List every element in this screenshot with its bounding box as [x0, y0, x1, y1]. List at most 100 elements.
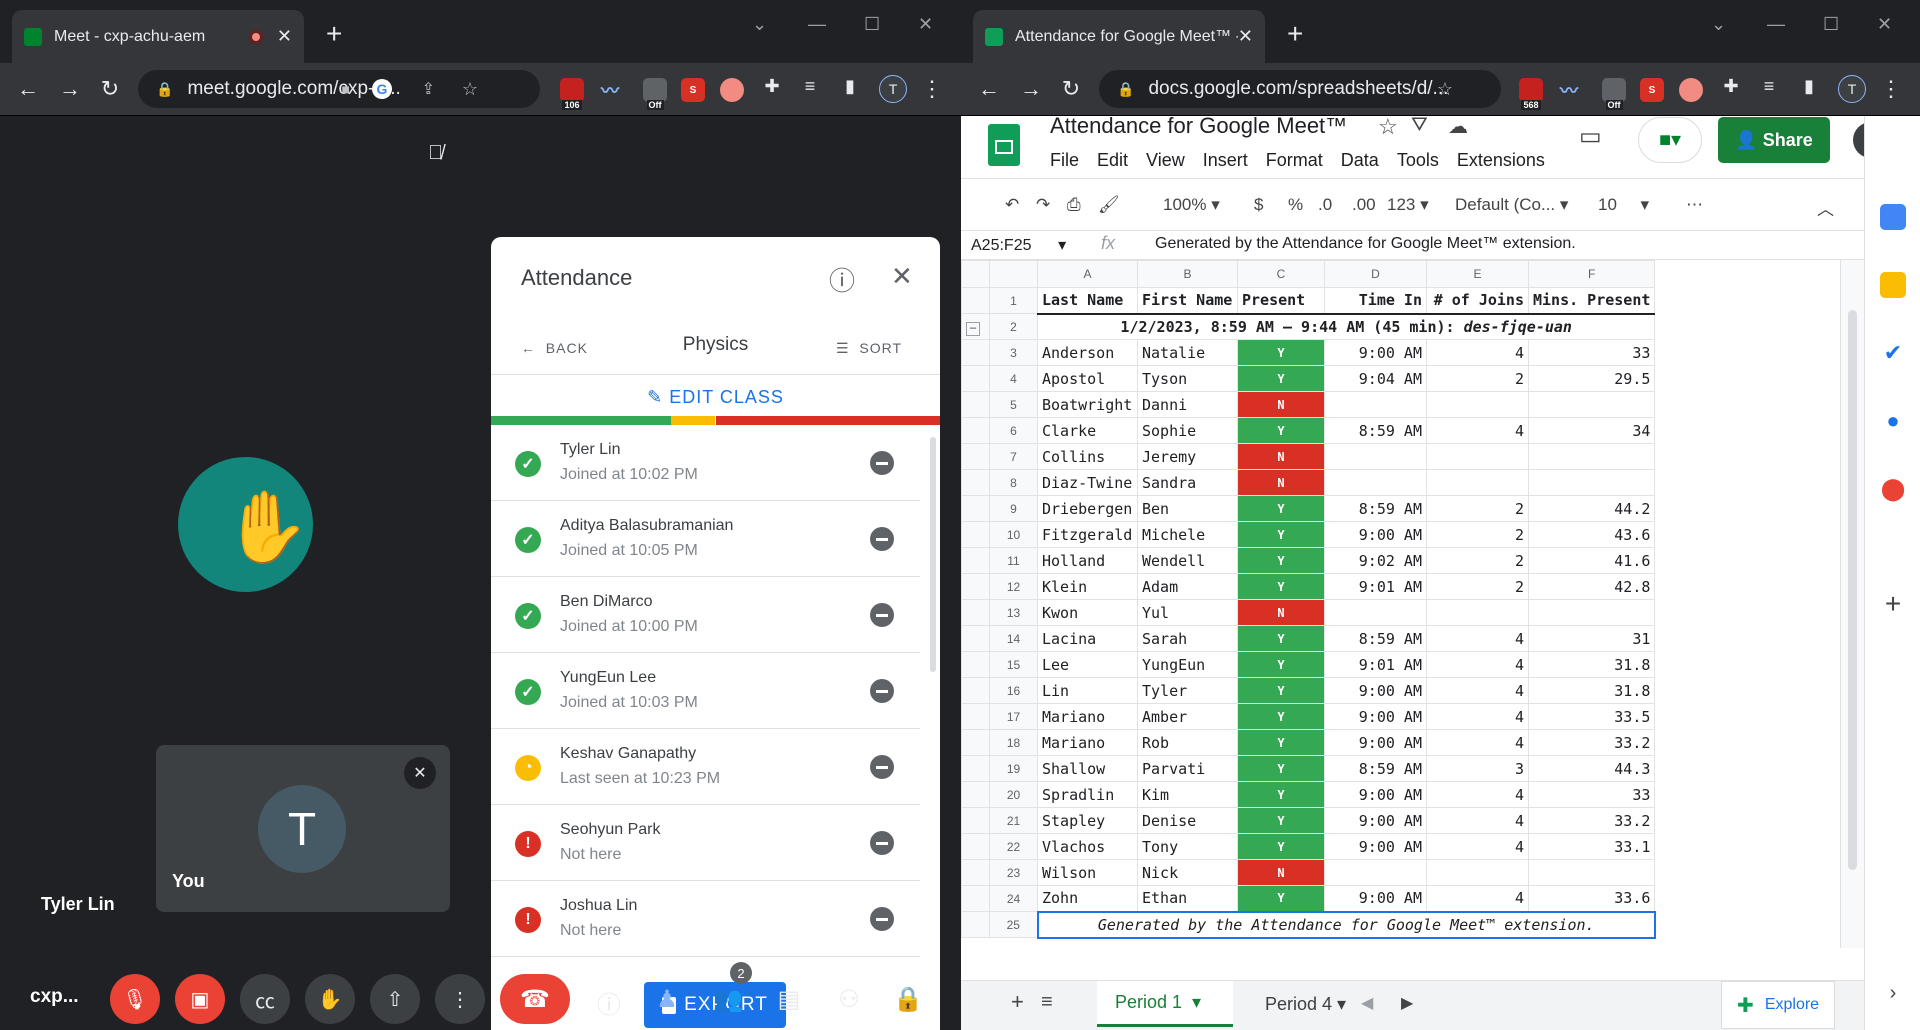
share-icon[interactable]: ⇪: [422, 79, 435, 99]
row-number[interactable]: 16: [989, 677, 1038, 704]
paint-format-icon[interactable]: 🖌: [1098, 195, 1120, 215]
scroll-tabs-left-icon[interactable]: ◀: [1361, 993, 1373, 1013]
cell[interactable]: 2: [1426, 365, 1529, 392]
minimize-button[interactable]: —: [1767, 14, 1785, 35]
cell[interactable]: 44.2: [1527, 495, 1656, 522]
cell[interactable]: 41.6: [1527, 547, 1656, 574]
cell[interactable]: Y: [1237, 339, 1325, 366]
back-arrow-icon[interactable]: ←: [975, 76, 1003, 102]
cell[interactable]: 4: [1426, 807, 1529, 834]
menu-item-tools[interactable]: Tools: [1397, 150, 1439, 171]
close-tab-icon[interactable]: ✕: [277, 26, 292, 47]
cell[interactable]: Y: [1237, 365, 1325, 392]
row-number[interactable]: 20: [989, 781, 1038, 808]
cloud-saved-icon[interactable]: ☁: [1448, 114, 1468, 139]
cell[interactable]: 4: [1426, 625, 1529, 652]
row-number[interactable]: 4: [989, 365, 1038, 392]
cell[interactable]: 4: [1426, 833, 1529, 860]
cell[interactable]: 8:59 AM: [1324, 625, 1427, 652]
profile-avatar[interactable]: T: [1838, 75, 1866, 103]
cell[interactable]: 4: [1426, 885, 1529, 912]
cell[interactable]: Natalie: [1137, 339, 1238, 366]
currency-format-button[interactable]: $: [1254, 195, 1263, 215]
cell[interactable]: 33: [1527, 781, 1656, 808]
cell[interactable]: [1527, 859, 1656, 886]
cell[interactable]: 4: [1426, 729, 1529, 756]
cell[interactable]: [1426, 599, 1529, 626]
header-cell[interactable]: # of Joins: [1426, 287, 1529, 315]
cell[interactable]: Clarke: [1037, 417, 1138, 444]
kebab-menu-icon[interactable]: ⋮: [918, 76, 946, 102]
cell[interactable]: Klein: [1037, 573, 1138, 600]
cell[interactable]: 4: [1426, 703, 1529, 730]
cell[interactable]: [1527, 391, 1656, 418]
cell[interactable]: [1324, 859, 1427, 886]
row-number[interactable]: 14: [989, 625, 1038, 652]
cell[interactable]: Y: [1237, 573, 1325, 600]
sheet-tab-period-1[interactable]: Period 1 ▾: [1097, 981, 1233, 1027]
cell[interactable]: Y: [1237, 547, 1325, 574]
wifi-extension-icon[interactable]: 〰: [1557, 78, 1581, 102]
get-addons-icon[interactable]: +: [1880, 588, 1906, 619]
cell[interactable]: 9:00 AM: [1324, 703, 1427, 730]
cell[interactable]: 33.2: [1527, 807, 1656, 834]
footer-cell[interactable]: Generated by the Attendance for Google M…: [1036, 910, 1656, 939]
formula-input[interactable]: Generated by the Attendance for Google M…: [1155, 235, 1576, 253]
remove-student-icon[interactable]: [870, 831, 894, 855]
attendance-extension-icon[interactable]: ♟: [652, 985, 682, 1014]
row-number[interactable]: 12: [989, 573, 1038, 600]
cell[interactable]: 2: [1426, 547, 1529, 574]
cell[interactable]: Yul: [1137, 599, 1238, 626]
cell[interactable]: 44.3: [1527, 755, 1656, 782]
menu-item-edit[interactable]: Edit: [1097, 150, 1128, 171]
cell[interactable]: Vlachos: [1037, 833, 1138, 860]
cell[interactable]: 33.5: [1527, 703, 1656, 730]
cell[interactable]: 2: [1426, 521, 1529, 548]
cell[interactable]: Shallow: [1037, 755, 1138, 782]
present-button[interactable]: ⇧: [370, 974, 420, 1024]
cell[interactable]: Kwon: [1037, 599, 1138, 626]
cell[interactable]: Holland: [1037, 547, 1138, 574]
cell[interactable]: [1426, 443, 1529, 470]
explore-button[interactable]: ✚ Explore: [1721, 981, 1835, 1029]
s-extension-icon[interactable]: S: [1640, 78, 1664, 102]
row-number[interactable]: 7: [989, 443, 1038, 470]
cell[interactable]: Sophie: [1137, 417, 1238, 444]
star-icon[interactable]: ☆: [1378, 114, 1398, 140]
redo-icon[interactable]: ↷: [1036, 195, 1050, 215]
cell[interactable]: Sarah: [1137, 625, 1238, 652]
activities-icon[interactable]: ⚇: [834, 985, 864, 1014]
font-select[interactable]: Default (Co... ▾: [1455, 195, 1568, 215]
off-extension-icon[interactable]: Off: [643, 78, 667, 110]
cell[interactable]: Ben: [1137, 495, 1238, 522]
sheets-logo-icon[interactable]: [988, 124, 1020, 166]
row-number[interactable]: 23: [989, 859, 1038, 886]
extension-id-icon[interactable]: 568: [1519, 78, 1543, 110]
cell[interactable]: 9:00 AM: [1324, 885, 1427, 912]
row-number[interactable]: 18: [989, 729, 1038, 756]
cell[interactable]: Boatwright: [1037, 391, 1138, 418]
cell[interactable]: Y: [1237, 781, 1325, 808]
browser-tab-sheets[interactable]: Attendance for Google Meet™ - ✕: [973, 10, 1265, 63]
cell[interactable]: Anderson: [1037, 339, 1138, 366]
cell[interactable]: [1426, 469, 1529, 496]
minimize-button[interactable]: —: [808, 14, 826, 35]
cell[interactable]: 31.8: [1527, 677, 1656, 704]
close-tab-icon[interactable]: ✕: [1238, 26, 1253, 47]
puzzle-extensions-icon[interactable]: ✚: [1717, 76, 1745, 97]
comments-icon[interactable]: ▭: [1579, 122, 1602, 151]
new-tab-button[interactable]: +: [326, 18, 342, 50]
cell[interactable]: Tyler: [1137, 677, 1238, 704]
cell[interactable]: 9:01 AM: [1324, 573, 1427, 600]
cell[interactable]: Collins: [1037, 443, 1138, 470]
forward-arrow-icon[interactable]: →: [1017, 76, 1045, 102]
cell[interactable]: Lin: [1037, 677, 1138, 704]
cell[interactable]: Apostol: [1037, 365, 1138, 392]
sheet-table[interactable]: A B C D E F 1 Last Name First Name Present Time In…: [961, 260, 1656, 939]
cell[interactable]: Sandra: [1137, 469, 1238, 496]
cell[interactable]: Y: [1237, 755, 1325, 782]
column-header[interactable]: D: [1324, 260, 1427, 288]
help-icon[interactable]: ⓘ: [829, 261, 855, 298]
cell[interactable]: Y: [1237, 625, 1325, 652]
row-number[interactable]: 10: [989, 521, 1038, 548]
